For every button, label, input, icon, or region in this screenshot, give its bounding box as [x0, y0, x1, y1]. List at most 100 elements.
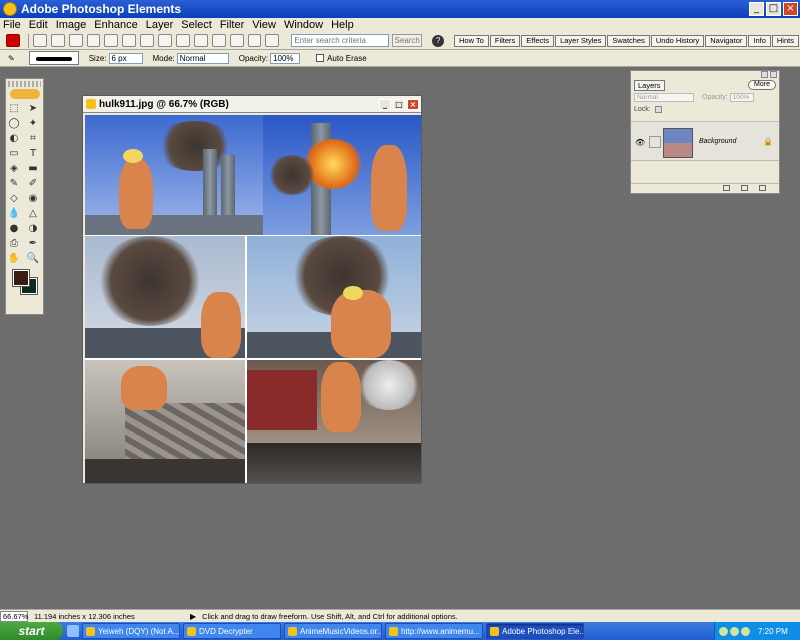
paint-bucket-tool[interactable]: ◈	[7, 162, 21, 174]
dodge-tool[interactable]: ◑	[26, 222, 40, 234]
layer-opacity-field[interactable]: 100%	[729, 92, 754, 102]
red-eye-icon[interactable]	[265, 34, 280, 47]
taskbar-item[interactable]: Yeiweh (DQY) (Not A...	[82, 623, 180, 639]
menu-help[interactable]: Help	[331, 19, 354, 31]
menu-filter[interactable]: Filter	[220, 19, 244, 31]
sponge-tool[interactable]: ●	[7, 222, 21, 234]
eyedropper-tool[interactable]: ✒	[26, 237, 40, 249]
lock-transparent-checkbox[interactable]	[654, 105, 662, 113]
opacity-field[interactable]: 100%	[270, 52, 301, 64]
pencil-tool[interactable]: ✎	[7, 177, 21, 189]
help-icon[interactable]: ?	[432, 34, 444, 47]
eye-icon[interactable]: 👁	[635, 138, 645, 147]
magic-wand-tool[interactable]: ✦	[26, 117, 40, 129]
blend-mode-select[interactable]: Normal	[634, 92, 694, 102]
foreground-color-swatch[interactable]	[11, 269, 30, 287]
adjustment-layer-icon[interactable]	[723, 185, 730, 191]
image-canvas[interactable]	[85, 115, 421, 483]
tab-layer-styles[interactable]: Layer Styles	[555, 34, 607, 47]
tab-filters[interactable]: Filters	[489, 34, 521, 47]
step-forward-icon[interactable]	[229, 34, 244, 47]
document-maximize-button[interactable]: □	[393, 98, 405, 110]
red-eye-brush-tool[interactable]: ◉	[26, 192, 40, 204]
menu-window[interactable]: Window	[284, 19, 323, 31]
zoom-tool[interactable]: 🔍	[26, 252, 40, 264]
blur-tool[interactable]: 💧	[7, 207, 21, 219]
more-button[interactable]: More	[748, 80, 776, 90]
tab-navigator[interactable]: Navigator	[705, 34, 748, 47]
menu-view[interactable]: View	[252, 19, 276, 31]
tray-icon[interactable]	[730, 626, 739, 636]
menu-file[interactable]: File	[3, 19, 21, 31]
trash-icon[interactable]	[759, 185, 766, 191]
search-input[interactable]	[291, 34, 390, 47]
layers-minimize-button[interactable]	[761, 71, 768, 78]
tab-undo-history[interactable]: Undo History	[650, 34, 705, 47]
new-file-icon[interactable]	[32, 34, 47, 47]
gradient-tool[interactable]: ▬	[26, 162, 40, 174]
search-button[interactable]: Search	[392, 34, 423, 47]
print-preview-icon[interactable]	[158, 34, 172, 47]
tab-info[interactable]: Info	[748, 34, 771, 47]
document-close-button[interactable]: ×	[407, 98, 419, 110]
open-file-icon[interactable]	[50, 34, 65, 47]
type-tool[interactable]: T	[26, 147, 40, 159]
size-field[interactable]: 6 px	[108, 52, 143, 64]
quick-fix-icon[interactable]	[247, 34, 262, 47]
tab-swatches[interactable]: Swatches	[607, 34, 650, 47]
menu-image[interactable]: Image	[56, 19, 87, 31]
adobe-logo-icon[interactable]	[6, 34, 20, 47]
taskbar-item[interactable]: http://www.animemu...	[385, 623, 483, 639]
tab-how-to[interactable]: How To	[453, 34, 489, 47]
brush-tool[interactable]: ✐	[26, 177, 40, 189]
lasso-tool[interactable]: ◯	[7, 117, 21, 129]
menu-enhance[interactable]: Enhance	[94, 19, 137, 31]
shape-tool[interactable]: ▭	[7, 147, 21, 159]
toolbox-logo-icon[interactable]	[9, 89, 40, 99]
document-minimize-button[interactable]: _	[379, 98, 391, 110]
start-button[interactable]: start	[0, 622, 63, 640]
save-for-web-icon[interactable]	[122, 34, 137, 47]
mode-select[interactable]: Normal	[176, 52, 229, 64]
browse-icon[interactable]	[68, 34, 83, 47]
maximize-button[interactable]: □	[766, 2, 781, 16]
zoom-field[interactable]: 66.67%	[0, 610, 28, 622]
tray-icon[interactable]	[719, 626, 728, 636]
quick-launch-icon[interactable]	[67, 625, 79, 637]
step-backward-icon[interactable]	[211, 34, 226, 47]
brush-preset-picker[interactable]	[28, 51, 79, 65]
print-icon[interactable]	[140, 34, 155, 47]
tab-hints[interactable]: Hints	[771, 34, 799, 47]
close-button[interactable]: ×	[783, 2, 798, 16]
clone-stamp-tool[interactable]: ⎙	[7, 237, 21, 249]
menu-layer[interactable]: Layer	[146, 19, 174, 31]
new-layer-icon[interactable]	[741, 185, 748, 191]
hand-tool[interactable]: ✋	[7, 252, 21, 264]
status-menu-arrow-icon[interactable]: ▶	[190, 612, 196, 621]
import-icon[interactable]	[86, 34, 101, 47]
marquee-tool[interactable]: ⬚	[7, 102, 21, 114]
document-title-bar[interactable]: hulk911.jpg @ 66.7% (RGB) _ □ ×	[83, 96, 421, 113]
brush-link-icon[interactable]	[649, 136, 661, 148]
menu-select[interactable]: Select	[181, 19, 212, 31]
taskbar-item[interactable]: AnimeMusicVideos.or...	[284, 623, 382, 639]
taskbar-item[interactable]: DVD Decrypter	[183, 623, 281, 639]
layer-row-background[interactable]: 👁 Background 🔒	[631, 121, 779, 161]
toolbox-grip[interactable]	[8, 81, 41, 87]
eraser-tool[interactable]: ◇	[7, 192, 21, 204]
selection-brush-tool[interactable]: ◐	[7, 132, 21, 144]
layers-close-button[interactable]	[770, 71, 777, 78]
save-icon[interactable]	[104, 34, 119, 47]
tab-layers[interactable]: Layers	[634, 79, 665, 91]
taskbar-item-active[interactable]: Adobe Photoshop Ele...	[486, 623, 584, 639]
menu-edit[interactable]: Edit	[29, 19, 48, 31]
tray-icon[interactable]	[741, 626, 750, 636]
crop-tool[interactable]: ⌗	[26, 132, 40, 144]
minimize-button[interactable]: _	[749, 2, 764, 16]
sharpen-tool[interactable]: △	[26, 207, 40, 219]
move-tool[interactable]: ➤	[26, 102, 40, 114]
email-icon[interactable]	[176, 34, 190, 47]
auto-erase-checkbox[interactable]	[316, 54, 325, 62]
online-services-icon[interactable]	[193, 34, 208, 47]
tab-effects[interactable]: Effects	[521, 34, 555, 47]
